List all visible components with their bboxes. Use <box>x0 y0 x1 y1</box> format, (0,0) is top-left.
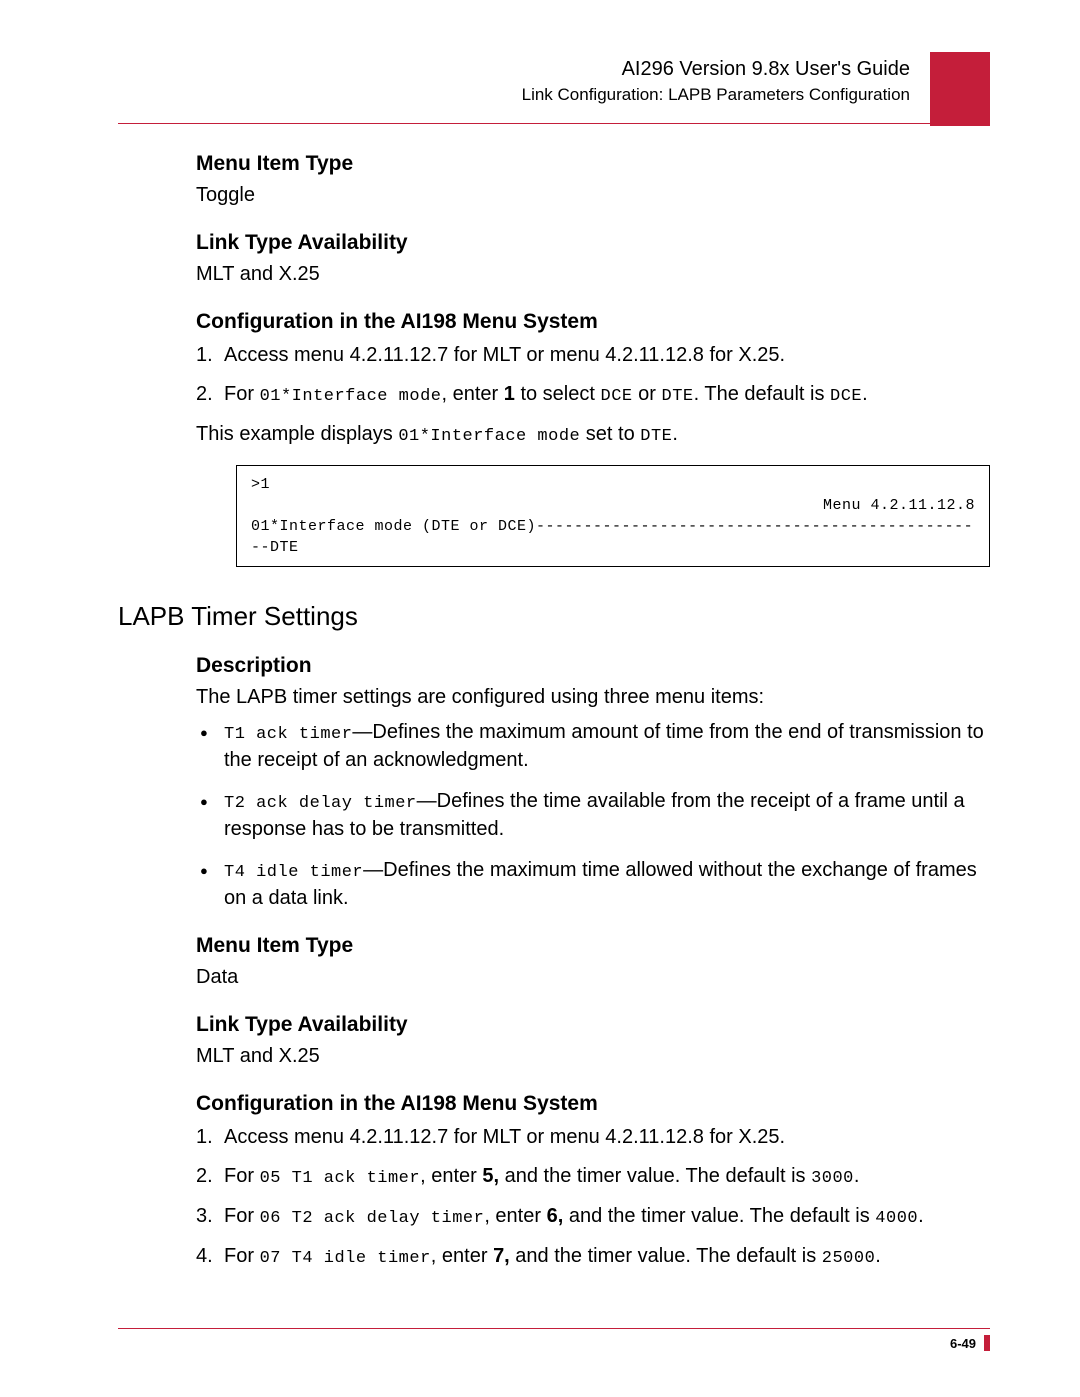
step-text: For 05 T1 ack timer, enter 5, and the ti… <box>224 1165 859 1187</box>
config-steps: 1.Access menu 4.2.11.12.7 for MLT or men… <box>196 1124 990 1271</box>
list-item: 1.Access menu 4.2.11.12.7 for MLT or men… <box>196 342 990 369</box>
footer-rule <box>118 1328 990 1329</box>
step-text: Access menu 4.2.11.12.7 for MLT or menu … <box>224 1126 785 1148</box>
heading-menu-item-type: Menu Item Type <box>196 934 990 958</box>
value-link-type-availability: MLT and X.25 <box>196 1043 990 1070</box>
header-accent-box <box>930 52 990 126</box>
list-item: T1 ack timer—Defines the maximum amount … <box>196 719 990 774</box>
description-intro: The LAPB timer settings are configured u… <box>196 684 990 711</box>
list-item: 2.For 05 T1 ack timer, enter 5, and the … <box>196 1163 990 1191</box>
example-line: Menu 4.2.11.12.8 <box>251 495 975 516</box>
heading-link-type-availability: Link Type Availability <box>196 1013 990 1037</box>
page-header: AI296 Version 9.8x User's Guide Link Con… <box>118 58 990 105</box>
page-content: Menu Item Type Toggle Link Type Availabi… <box>118 152 990 1271</box>
timer-bullet-list: T1 ack timer—Defines the maximum amount … <box>196 719 990 912</box>
example-line: 01*Interface mode (DTE or DCE)----------… <box>251 516 975 558</box>
step-text: For 06 T2 ack delay timer, enter 6, and … <box>224 1205 924 1227</box>
doc-subtitle: Link Configuration: LAPB Parameters Conf… <box>118 85 910 105</box>
heading-link-type-availability: Link Type Availability <box>196 231 990 255</box>
example-intro: This example displays 01*Interface mode … <box>196 421 990 449</box>
doc-title: AI296 Version 9.8x User's Guide <box>118 58 910 81</box>
list-item: T4 idle timer—Defines the maximum time a… <box>196 857 990 912</box>
list-item: 1.Access menu 4.2.11.12.7 for MLT or men… <box>196 1124 990 1151</box>
value-menu-item-type: Toggle <box>196 182 990 209</box>
value-menu-item-type: Data <box>196 964 990 991</box>
heading-config-ai198: Configuration in the AI198 Menu System <box>196 310 990 334</box>
heading-description: Description <box>196 654 990 678</box>
list-item: 3.For 06 T2 ack delay timer, enter 6, an… <box>196 1203 990 1231</box>
example-output-box: >1 Menu 4.2.11.12.8 01*Interface mode (D… <box>236 465 990 567</box>
step-text: For 07 T4 idle timer, enter 7, and the t… <box>224 1245 881 1267</box>
step-text: Access menu 4.2.11.12.7 for MLT or menu … <box>224 344 785 366</box>
page-number: 6-49 <box>950 1336 976 1351</box>
config-steps: 1.Access menu 4.2.11.12.7 for MLT or men… <box>196 342 990 409</box>
step-text: For 01*Interface mode, enter 1 to select… <box>224 383 868 405</box>
value-link-type-availability: MLT and X.25 <box>196 261 990 288</box>
list-item: 2.For 01*Interface mode, enter 1 to sele… <box>196 381 990 409</box>
page-footer: 6-49 <box>118 1328 990 1351</box>
header-rule <box>118 123 990 124</box>
footer-accent-mark <box>984 1335 990 1351</box>
section-title-lapb-timer: LAPB Timer Settings <box>118 601 990 632</box>
heading-config-ai198: Configuration in the AI198 Menu System <box>196 1092 990 1116</box>
example-line: >1 <box>251 474 975 495</box>
list-item: T2 ack delay timer—Defines the time avai… <box>196 788 990 843</box>
list-item: 4.For 07 T4 idle timer, enter 7, and the… <box>196 1243 990 1271</box>
heading-menu-item-type: Menu Item Type <box>196 152 990 176</box>
